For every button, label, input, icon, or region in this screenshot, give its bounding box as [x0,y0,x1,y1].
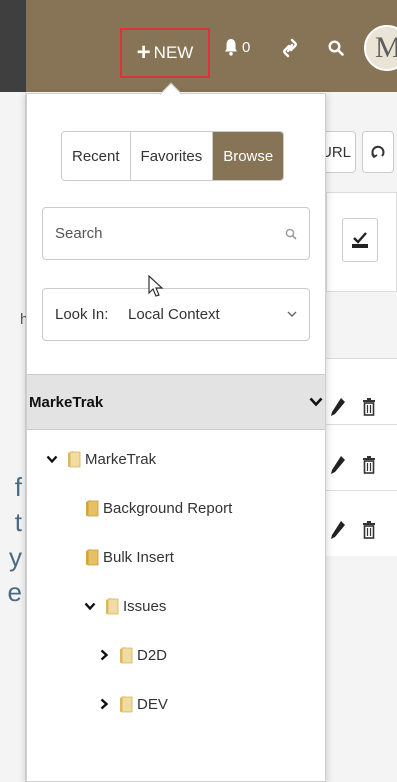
edit-pencil-icon[interactable] [330,397,346,417]
avatar-letter: M [375,31,397,64]
refresh-icon [371,145,385,159]
notification-count: 0 [242,38,251,56]
folder-icon [119,646,133,664]
background-left-strip [0,92,26,782]
new-button-label: NEW [153,43,194,62]
search-input[interactable] [55,225,285,242]
mouse-cursor-icon [148,275,164,297]
checkbox-checked-icon [352,232,368,248]
search-icon [328,40,344,56]
chevron-down-icon[interactable] [309,397,323,407]
background-partial-letters: f t y e [0,470,26,610]
tree-item-marketrak[interactable]: MarkeTrak [45,444,156,474]
tree-item-issues[interactable]: Issues [83,591,166,621]
new-item-dropdown-panel: Recent Favorites Browse Look In: Local C… [26,93,326,782]
folder-icon [67,450,81,468]
folder-icon [119,695,133,713]
delete-trash-icon[interactable] [362,455,376,474]
plus-icon: + [136,39,151,66]
top-navigation-bar: + NEW 0 M [0,0,397,92]
select-all-checkbox[interactable] [342,218,378,262]
background-letter: e [7,577,22,607]
folder-icon [85,548,99,566]
edit-pencil-icon[interactable] [330,520,346,540]
tab-browse[interactable]: Browse [213,132,284,180]
tab-recent[interactable]: Recent [62,132,131,180]
tab-favorites[interactable]: Favorites [130,132,214,180]
background-letter: y [9,542,22,572]
tree-item-label: MarkeTrak [85,450,157,468]
tree-root-label: MarkeTrak [29,393,104,411]
refresh-button[interactable] [362,131,394,173]
search-button[interactable] [328,40,344,61]
delete-trash-icon[interactable] [362,397,376,416]
chevron-down-icon[interactable] [45,455,59,464]
tree-item-label: DEV [137,695,168,713]
delete-trash-icon[interactable] [362,520,376,539]
notifications-button[interactable]: 0 [224,38,250,56]
background-letter: f [14,472,22,502]
look-in-value: Local Context [128,306,220,323]
tree-item-label: Background Report [103,499,233,517]
tree-item-bulk-insert[interactable]: Bulk Insert [85,542,174,572]
chevron-right-icon[interactable] [97,649,111,661]
tree-item-label: Issues [123,597,167,615]
background-letter: t [14,507,22,537]
tree-item-background-report[interactable]: Background Report [85,493,232,523]
folder-icon [85,499,99,517]
bell-icon [225,39,237,56]
tree-item-label: D2D [137,646,168,664]
chevron-down-icon[interactable] [83,602,97,611]
tree-item-dev[interactable]: DEV [97,689,168,719]
edit-pencil-icon[interactable] [330,455,346,475]
search-field [42,207,310,260]
link-button[interactable] [282,38,298,63]
chevron-right-icon[interactable] [97,698,111,710]
tree-item-d2d[interactable]: D2D [97,640,167,670]
search-icon [285,228,297,240]
chevron-down-icon [287,311,297,317]
view-tabs: Recent Favorites Browse [61,131,285,181]
user-avatar[interactable]: M [364,25,397,71]
new-button[interactable]: + NEW [120,28,210,78]
tree-root-header[interactable]: MarkeTrak [27,374,325,430]
folder-icon [105,597,119,615]
tree-item-label: Bulk Insert [103,548,174,566]
page: + NEW 0 M h f t y e URL Recent Favorites… [0,0,397,782]
link-icon [283,38,297,58]
look-in-select[interactable]: Look In: Local Context [42,288,310,341]
look-in-label: Look In: [55,306,109,323]
